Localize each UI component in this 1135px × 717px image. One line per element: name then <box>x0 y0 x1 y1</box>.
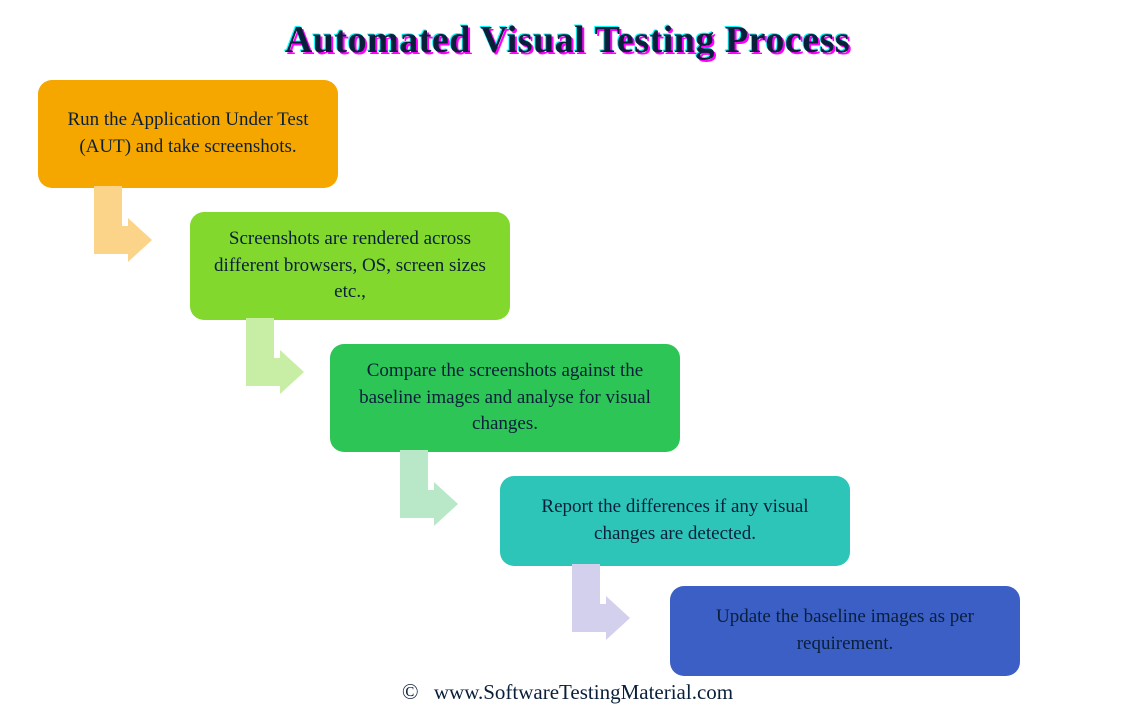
step-1-box: Run the Application Under Test (AUT) and… <box>38 80 338 188</box>
arrow-3-icon <box>400 450 460 520</box>
step-2-box: Screenshots are rendered across differen… <box>190 212 510 320</box>
copyright-icon: © <box>402 679 419 704</box>
arrow-4-icon <box>572 564 632 634</box>
step-1-text: Run the Application Under Test (AUT) and… <box>62 107 314 160</box>
step-2-text: Screenshots are rendered across differen… <box>214 226 486 306</box>
footer-site: www.SoftwareTestingMaterial.com <box>434 680 733 704</box>
process-diagram: Run the Application Under Test (AUT) and… <box>0 62 1135 662</box>
step-3-text: Compare the screenshots against the base… <box>354 358 656 438</box>
step-4-text: Report the differences if any visual cha… <box>524 494 826 547</box>
arrow-1-icon <box>94 186 154 256</box>
footer: © www.SoftwareTestingMaterial.com <box>0 679 1135 705</box>
step-3-box: Compare the screenshots against the base… <box>330 344 680 452</box>
step-4-box: Report the differences if any visual cha… <box>500 476 850 566</box>
diagram-title: Automated Visual Testing Process <box>0 0 1135 62</box>
arrow-2-icon <box>246 318 306 388</box>
step-5-box: Update the baseline images as per requir… <box>670 586 1020 676</box>
step-5-text: Update the baseline images as per requir… <box>694 604 996 657</box>
